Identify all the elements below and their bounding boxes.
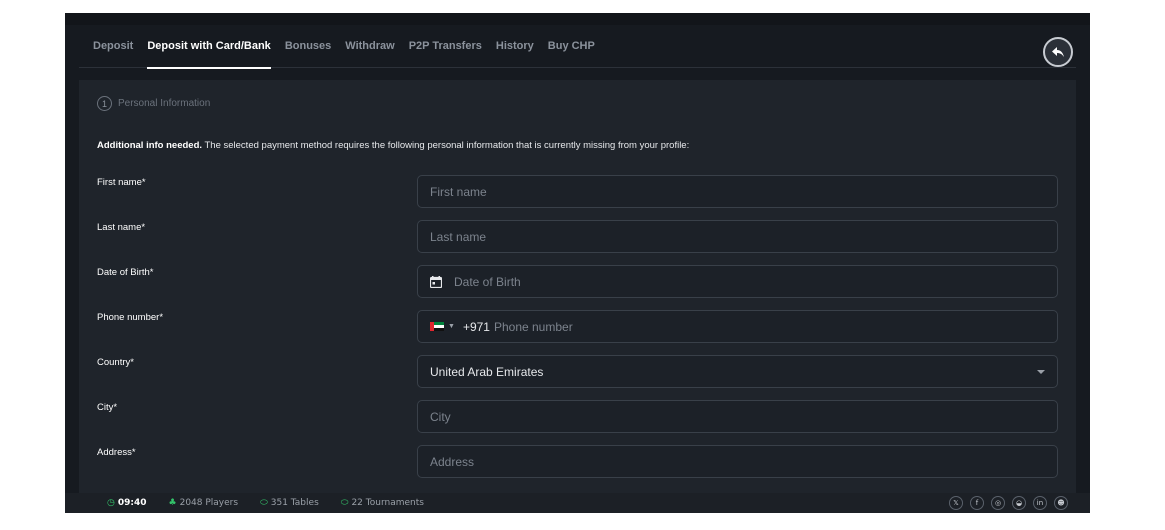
address-input[interactable]: Address bbox=[417, 445, 1058, 478]
tab-buy-chp[interactable]: Buy CHP bbox=[541, 25, 602, 68]
notice-bold: Additional info needed. bbox=[97, 140, 203, 151]
personal-info-panel: 1 Personal Information Additional info n… bbox=[79, 80, 1076, 500]
first-name-row: First name* First name bbox=[97, 175, 1058, 208]
tournaments-count: ⬭ 22 Tournaments bbox=[341, 498, 424, 508]
uae-flag-icon[interactable] bbox=[430, 322, 444, 331]
tournaments-icon: ⬭ bbox=[340, 498, 349, 508]
country-row: Country* United Arab Emirates bbox=[97, 355, 1058, 388]
social-links: 𝕏 f ◎ ◒ in ☻ bbox=[942, 496, 1068, 510]
country-value: United Arab Emirates bbox=[430, 364, 544, 379]
address-placeholder: Address bbox=[430, 454, 475, 469]
step-indicator: 1 Personal Information bbox=[97, 96, 210, 111]
phone-placeholder: Phone number bbox=[493, 319, 573, 334]
country-select[interactable]: United Arab Emirates bbox=[417, 355, 1058, 388]
tab-withdraw[interactable]: Withdraw bbox=[338, 25, 401, 68]
phone-label: Phone number* bbox=[97, 312, 164, 323]
last-name-input[interactable]: Last name bbox=[417, 220, 1058, 253]
status-bar: ◷ 09:40 ♣ 2048 Players ⬭ 351 Tables ⬭ 22 Tou… bbox=[65, 493, 1090, 513]
calendar-icon bbox=[430, 275, 442, 288]
x-icon[interactable]: 𝕏 bbox=[949, 496, 963, 510]
city-row: City* City bbox=[97, 400, 1058, 433]
city-input[interactable]: City bbox=[417, 400, 1058, 433]
step-label: Personal Information bbox=[118, 98, 211, 109]
last-name-placeholder: Last name bbox=[430, 229, 487, 244]
tab-p2p-transfers[interactable]: P2P Transfers bbox=[402, 25, 489, 68]
time-value: 09:40 bbox=[117, 498, 147, 508]
phone-row: Phone number* ▼ +971 Phone number bbox=[97, 310, 1058, 343]
first-name-placeholder: First name bbox=[430, 184, 487, 199]
dob-placeholder: Date of Birth bbox=[454, 274, 521, 289]
instagram-icon[interactable]: ◎ bbox=[991, 496, 1005, 510]
dob-label: Date of Birth* bbox=[97, 267, 154, 278]
notice-text: The selected payment method requires the… bbox=[202, 140, 690, 151]
tables-value: 351 Tables bbox=[270, 498, 319, 508]
city-label: City* bbox=[97, 402, 118, 413]
clock-icon: ◷ bbox=[107, 498, 115, 508]
server-time: ◷ 09:40 bbox=[107, 498, 147, 508]
tab-deposit-card-bank[interactable]: Deposit with Card/Bank bbox=[140, 25, 277, 69]
tables-icon: ⬭ bbox=[260, 498, 268, 508]
cashier-window: Deposit Deposit with Card/Bank Bonuses W… bbox=[65, 13, 1090, 513]
first-name-input[interactable]: First name bbox=[417, 175, 1058, 208]
last-name-row: Last name* Last name bbox=[97, 220, 1058, 253]
first-name-label: First name* bbox=[97, 177, 146, 188]
dial-code: +971 bbox=[462, 319, 490, 334]
tab-bonuses[interactable]: Bonuses bbox=[278, 25, 338, 68]
tables-count: ⬭ 351 Tables bbox=[260, 498, 319, 508]
address-row: Address* Address bbox=[97, 445, 1058, 478]
dob-row: Date of Birth* Date of Birth bbox=[97, 265, 1058, 298]
chevron-down-icon bbox=[1037, 370, 1045, 374]
tab-history[interactable]: History bbox=[489, 25, 541, 68]
facebook-icon[interactable]: f bbox=[970, 496, 984, 510]
city-placeholder: City bbox=[430, 409, 451, 424]
last-name-label: Last name* bbox=[97, 222, 146, 233]
back-button[interactable] bbox=[1043, 37, 1073, 67]
tournaments-value: 22 Tournaments bbox=[351, 498, 424, 508]
info-notice: Additional info needed. The selected pay… bbox=[97, 140, 689, 151]
reddit-icon[interactable]: ☻ bbox=[1054, 496, 1068, 510]
linkedin-icon[interactable]: in bbox=[1033, 496, 1047, 510]
players-count: ♣ 2048 Players bbox=[169, 498, 239, 508]
top-bar bbox=[65, 13, 1090, 25]
country-code-caret-icon[interactable]: ▼ bbox=[448, 323, 455, 330]
players-value: 2048 Players bbox=[179, 498, 239, 508]
step-number: 1 bbox=[97, 96, 112, 111]
players-icon: ♣ bbox=[168, 498, 177, 508]
address-label: Address* bbox=[97, 447, 136, 458]
dob-input[interactable]: Date of Birth bbox=[417, 265, 1058, 298]
cashier-tabs: Deposit Deposit with Card/Bank Bonuses W… bbox=[79, 25, 1076, 69]
tab-deposit[interactable]: Deposit bbox=[79, 25, 140, 68]
phone-input[interactable]: ▼ +971 Phone number bbox=[417, 310, 1058, 343]
back-arrow-icon bbox=[1052, 47, 1064, 57]
discord-icon[interactable]: ◒ bbox=[1012, 496, 1026, 510]
country-label: Country* bbox=[97, 357, 134, 368]
